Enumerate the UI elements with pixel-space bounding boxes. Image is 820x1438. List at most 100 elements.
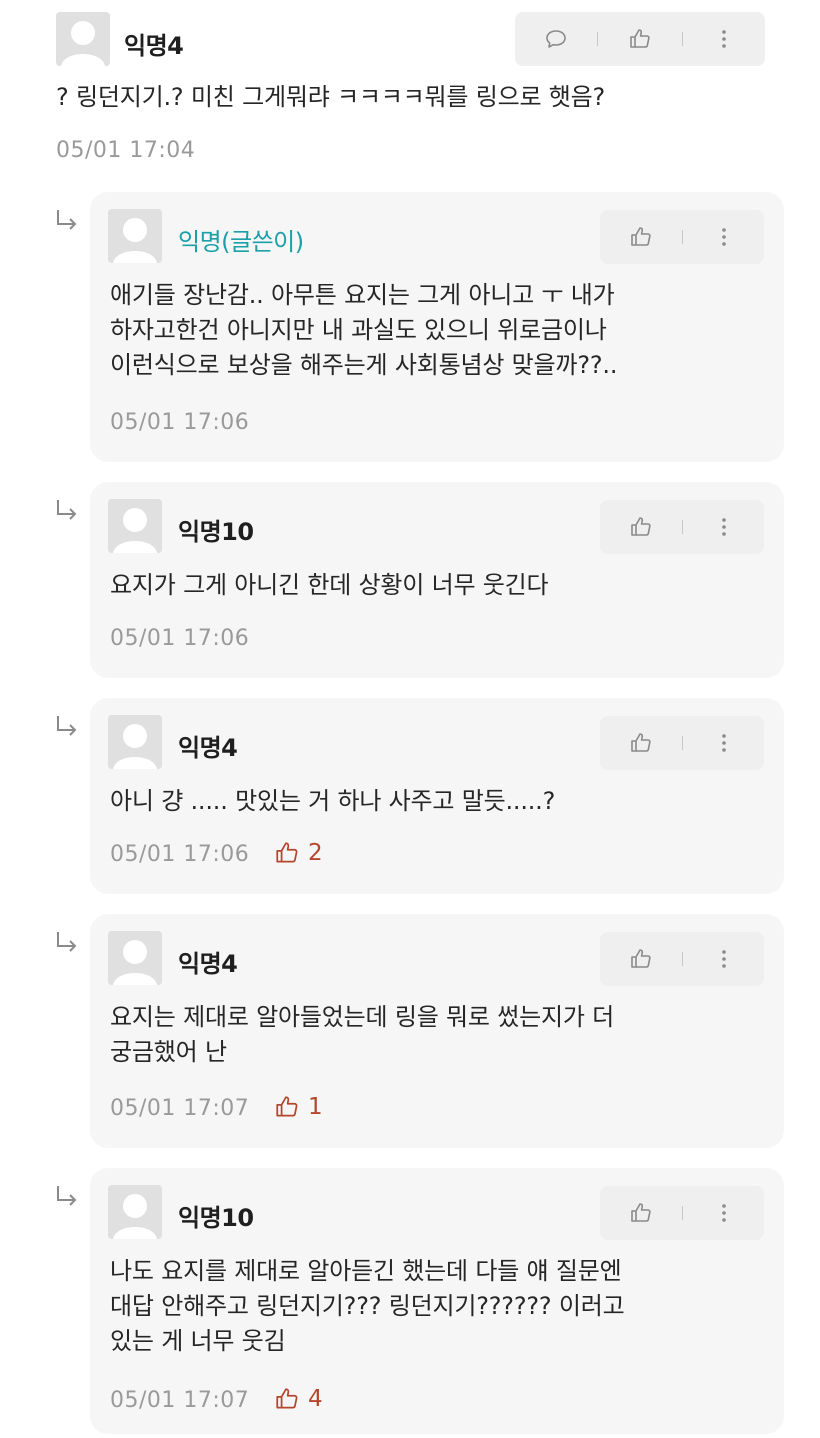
- comment-actions: [515, 12, 765, 66]
- comment-text: 요지는 제대로 알아들었는데 링을 뭐로 썼는지가 더 궁금했어 난: [110, 1000, 614, 1070]
- vertical-dots-icon: [712, 225, 736, 249]
- more-options-button[interactable]: [704, 217, 744, 257]
- like-count-value: 1: [308, 1094, 323, 1120]
- comment-author-name[interactable]: 익명4: [178, 728, 238, 763]
- comment-actions: [600, 932, 764, 986]
- thumbs-up-icon: [274, 840, 300, 866]
- like-button[interactable]: [621, 507, 661, 547]
- default-avatar-icon: [56, 12, 110, 66]
- like-count[interactable]: 2: [274, 840, 323, 866]
- like-count[interactable]: 1: [274, 1094, 323, 1120]
- divider: [681, 1206, 683, 1220]
- thumbs-up-icon: [274, 1094, 300, 1120]
- more-options-button[interactable]: [704, 1193, 744, 1233]
- vertical-dots-icon: [712, 1201, 736, 1225]
- comment-text-line: 아니 걍 ..... 맛있는 거 하나 사주고 말듯.....?: [110, 787, 556, 815]
- more-options-button[interactable]: [704, 939, 744, 979]
- comment-text: 아니 걍 ..... 맛있는 거 하나 사주고 말듯.....?: [110, 784, 555, 819]
- comment-text-line: 있는 게 너무 웃김: [110, 1327, 286, 1355]
- avatar[interactable]: [108, 499, 162, 553]
- divider: [681, 736, 683, 750]
- thumbs-up-icon: [628, 27, 652, 51]
- divider: [597, 32, 599, 46]
- comment-author-name[interactable]: 익명10: [178, 1198, 254, 1233]
- comment-text-line: 나도 요지를 제대로 알아듣긴 했는데 다들 얘 질문엔: [110, 1257, 622, 1285]
- comment-actions: [600, 716, 764, 770]
- comment-author-name[interactable]: 익명10: [178, 512, 254, 547]
- comment-actions: [600, 1186, 764, 1240]
- thumbs-up-icon: [629, 1201, 653, 1225]
- like-button[interactable]: [620, 19, 660, 59]
- vertical-dots-icon: [712, 27, 736, 51]
- comment-author-name[interactable]: 익명4: [124, 26, 184, 61]
- comment-timestamp: 05/01 17:07: [110, 1388, 250, 1413]
- comment-timestamp: 05/01 17:06: [110, 410, 250, 435]
- reply-arrow-icon: [52, 1182, 82, 1212]
- comment-timestamp: 05/01 17:07: [110, 1096, 250, 1121]
- like-button[interactable]: [621, 723, 661, 763]
- avatar[interactable]: [108, 209, 162, 263]
- reply-button[interactable]: [536, 19, 576, 59]
- vertical-dots-icon: [712, 947, 736, 971]
- divider: [681, 230, 683, 244]
- comment-author-name[interactable]: 익명4: [178, 944, 238, 979]
- divider: [681, 520, 683, 534]
- divider: [681, 952, 683, 966]
- reply-arrow-icon: [52, 928, 82, 958]
- thumbs-up-icon: [629, 947, 653, 971]
- reply-comment-item: 익명4 아니 걍 ..... 맛있는 거 하나 사주고 말듯.....? 05/…: [90, 698, 784, 894]
- comment-text: 애기들 장난감.. 아무튼 요지는 그게 아니고 ㅜ 내가 하자고한건 아니지만…: [110, 278, 617, 383]
- like-count[interactable]: 4: [274, 1386, 323, 1412]
- reply-arrow-icon: [52, 712, 82, 742]
- comment-text: ? 링던지기.? 미친 그게뭐랴 ㅋㅋㅋㅋ뭐를 링으로 햇음?: [56, 80, 605, 115]
- comment-text-line: ? 링던지기.? 미친 그게뭐랴 ㅋㅋㅋㅋ뭐를 링으로 햇음?: [56, 83, 606, 111]
- comment-text-line: 대답 안해주고 링던지기??? 링던지기?????? 이러고: [110, 1292, 625, 1320]
- thumbs-up-icon: [629, 515, 653, 539]
- comment-text-line: 애기들 장난감.. 아무튼 요지는 그게 아니고 ㅜ 내가: [110, 281, 615, 309]
- default-avatar-icon: [108, 209, 162, 263]
- reply-comment-item: 익명4 요지는 제대로 알아들었는데 링을 뭐로 썼는지가 더 궁금했어 난 0…: [90, 914, 784, 1148]
- reply-comment-item: 익명10 요지가 그게 아니긴 한데 상황이 너무 웃긴다 05/01 17:0…: [90, 482, 784, 678]
- reply-arrow-icon: [52, 496, 82, 526]
- avatar[interactable]: [108, 931, 162, 985]
- like-count-value: 4: [308, 1386, 323, 1412]
- reply-arrow-icon: [52, 206, 82, 236]
- comment-author-name[interactable]: 익명(글쓴이): [178, 222, 304, 257]
- thumbs-up-icon: [274, 1386, 300, 1412]
- default-avatar-icon: [108, 499, 162, 553]
- like-button[interactable]: [621, 939, 661, 979]
- comment-text-line: 궁금했어 난: [110, 1038, 227, 1066]
- vertical-dots-icon: [712, 515, 736, 539]
- avatar[interactable]: [108, 715, 162, 769]
- like-button[interactable]: [621, 1193, 661, 1233]
- default-avatar-icon: [108, 715, 162, 769]
- comment-actions: [600, 210, 764, 264]
- comment-text: 나도 요지를 제대로 알아듣긴 했는데 다들 얘 질문엔 대답 안해주고 링던지…: [110, 1254, 625, 1359]
- comment-actions: [600, 500, 764, 554]
- comment-text-line: 요지가 그게 아니긴 한데 상황이 너무 웃긴다: [110, 571, 549, 599]
- comment-text-line: 요지는 제대로 알아들었는데 링을 뭐로 썼는지가 더: [110, 1003, 615, 1031]
- comment-timestamp: 05/01 17:06: [110, 626, 250, 651]
- speech-bubble-icon: [544, 27, 568, 51]
- reply-comment-item: 익명(글쓴이) 애기들 장난감.. 아무튼 요지는 그게 아니고 ㅜ 내가 하자…: [90, 192, 784, 462]
- comment-text-line: 이런식으로 보상을 해주는게 사회통념상 맞을까??..: [110, 351, 618, 379]
- more-options-button[interactable]: [704, 19, 744, 59]
- more-options-button[interactable]: [704, 507, 744, 547]
- reply-comment-item: 익명10 나도 요지를 제대로 알아듣긴 했는데 다들 얘 질문엔 대답 안해주…: [90, 1168, 784, 1434]
- divider: [681, 32, 683, 46]
- thumbs-up-icon: [629, 225, 653, 249]
- like-button[interactable]: [621, 217, 661, 257]
- like-count-value: 2: [308, 840, 323, 866]
- avatar[interactable]: [108, 1185, 162, 1239]
- more-options-button[interactable]: [704, 723, 744, 763]
- default-avatar-icon: [108, 1185, 162, 1239]
- avatar[interactable]: [56, 12, 110, 66]
- comment-timestamp: 05/01 17:06: [110, 842, 250, 867]
- default-avatar-icon: [108, 931, 162, 985]
- vertical-dots-icon: [712, 731, 736, 755]
- thumbs-up-icon: [629, 731, 653, 755]
- comment-timestamp: 05/01 17:04: [56, 138, 196, 163]
- comment-text: 요지가 그게 아니긴 한데 상황이 너무 웃긴다: [110, 568, 549, 603]
- comment-text-line: 하자고한건 아니지만 내 과실도 있으니 위로금이나: [110, 316, 607, 344]
- comment-item: 익명4 ? 링던지기.? 미친 그게뭐랴 ㅋㅋㅋㅋ뭐를 링으로 햇음? 05/0…: [0, 0, 820, 180]
